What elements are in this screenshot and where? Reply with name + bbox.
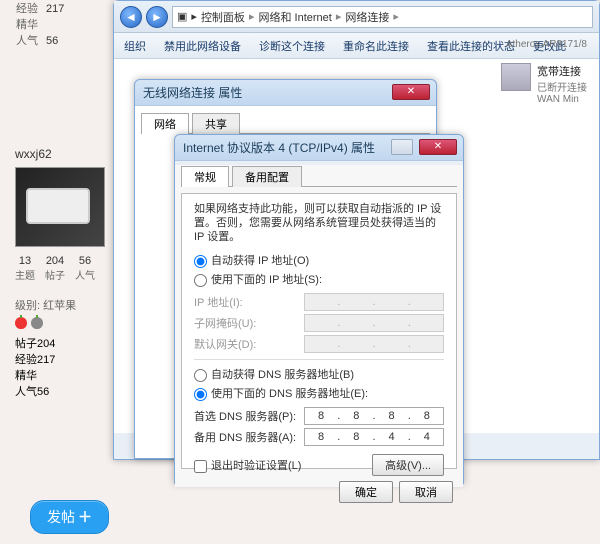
connection-item[interactable]: 宽带连接 已断开连接 WAN Min [501, 63, 587, 105]
advanced-button[interactable]: 高级(V)... [372, 454, 444, 476]
subnet-mask-input: ... [304, 314, 444, 332]
folder-icon: ▣ [177, 10, 187, 23]
username[interactable]: wxxj62 [15, 147, 115, 161]
dns-mode-radio-group: 自动获得 DNS 服务器地址(B) 使用下面的 DNS 服务器地址(E): [194, 366, 444, 401]
nav-forward-icon[interactable]: ► [146, 6, 168, 28]
dialog-title: 无线网络连接 属性 [135, 86, 242, 100]
close-icon[interactable]: ✕ [419, 139, 457, 155]
network-adapter-icon [501, 63, 531, 91]
ok-button[interactable]: 确定 [339, 481, 393, 503]
ip-auto-radio[interactable]: 自动获得 IP 地址(O) [194, 252, 444, 268]
ip-address-input: ... [304, 293, 444, 311]
dns-manual-radio[interactable]: 使用下面的 DNS 服务器地址(E): [194, 385, 444, 401]
ip-mode-radio-group: 自动获得 IP 地址(O) 使用下面的 IP 地址(S): [194, 252, 444, 287]
dns-auto-radio[interactable]: 自动获得 DNS 服务器地址(B) [194, 366, 444, 382]
forum-level-block: 级别: 红苹果 帖子204 经验217 精华 人气56 [15, 297, 115, 399]
apple-icon [31, 317, 43, 329]
ipv4-properties-dialog: Internet 协议版本 4 (TCP/IPv4) 属性 ✕ 常规 备用配置 … [174, 134, 464, 484]
tab-alternate[interactable]: 备用配置 [232, 166, 302, 187]
description-text: 如果网络支持此功能，则可以获取自动指派的 IP 设置。否则，您需要从网络系统管理… [194, 202, 444, 244]
ip-manual-radio[interactable]: 使用下面的 IP 地址(S): [194, 271, 444, 287]
apple-icon [15, 317, 27, 329]
gateway-input: ... [304, 335, 444, 353]
help-icon[interactable] [391, 139, 413, 155]
validate-on-exit-checkbox[interactable]: 退出时验证设置(L) [194, 457, 301, 473]
tab-network[interactable]: 网络 [141, 113, 189, 134]
alt-dns-input[interactable]: 8. 8. 4. 4 [304, 428, 444, 446]
close-icon[interactable]: ✕ [392, 84, 430, 100]
tab-sharing[interactable]: 共享 [192, 113, 240, 134]
primary-dns-input[interactable]: 8. 8. 8. 8 [304, 407, 444, 425]
stat-label: 经验 [16, 1, 46, 17]
avatar[interactable] [15, 167, 105, 247]
breadcrumb[interactable]: ▣ ▸ 控制面板▸ 网络和 Internet▸ 网络连接▸ [172, 6, 593, 28]
nav-back-icon[interactable]: ◄ [120, 6, 142, 28]
forum-top-stats: 经验217 精华 人气56 [16, 1, 116, 49]
forum-user-block: wxxj62 13主题 204帖子 56人气 [15, 147, 115, 282]
cancel-button[interactable]: 取消 [399, 481, 453, 503]
dialog-title: Internet 协议版本 4 (TCP/IPv4) 属性 [175, 141, 375, 155]
new-post-button[interactable]: 发帖＋ [30, 500, 109, 534]
tab-general[interactable]: 常规 [181, 166, 229, 187]
